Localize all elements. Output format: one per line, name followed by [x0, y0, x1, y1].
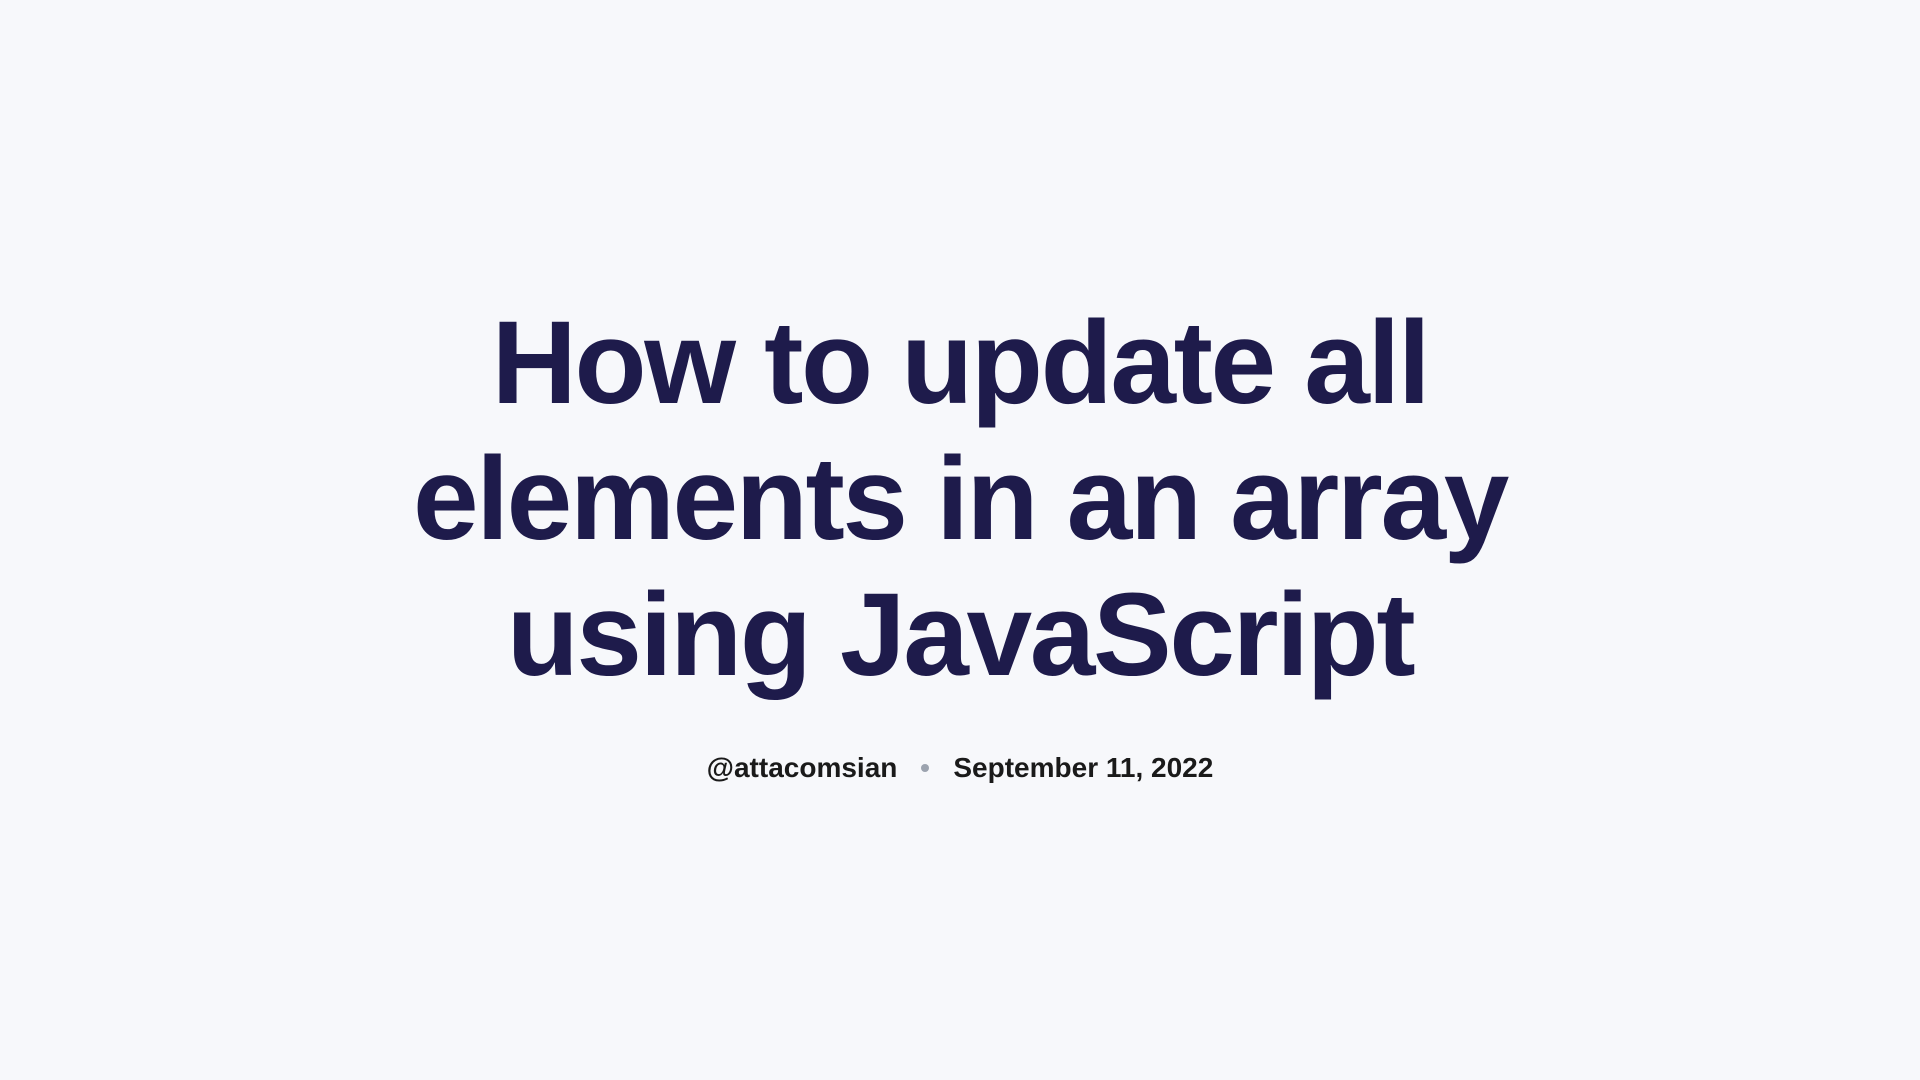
article-header: How to update all elements in an array u… [360, 296, 1560, 783]
article-author: @attacomsian [707, 752, 898, 784]
article-date: September 11, 2022 [953, 752, 1213, 784]
article-meta: @attacomsian September 11, 2022 [400, 752, 1520, 784]
article-title: How to update all elements in an array u… [400, 296, 1520, 703]
separator-dot-icon [921, 764, 929, 772]
